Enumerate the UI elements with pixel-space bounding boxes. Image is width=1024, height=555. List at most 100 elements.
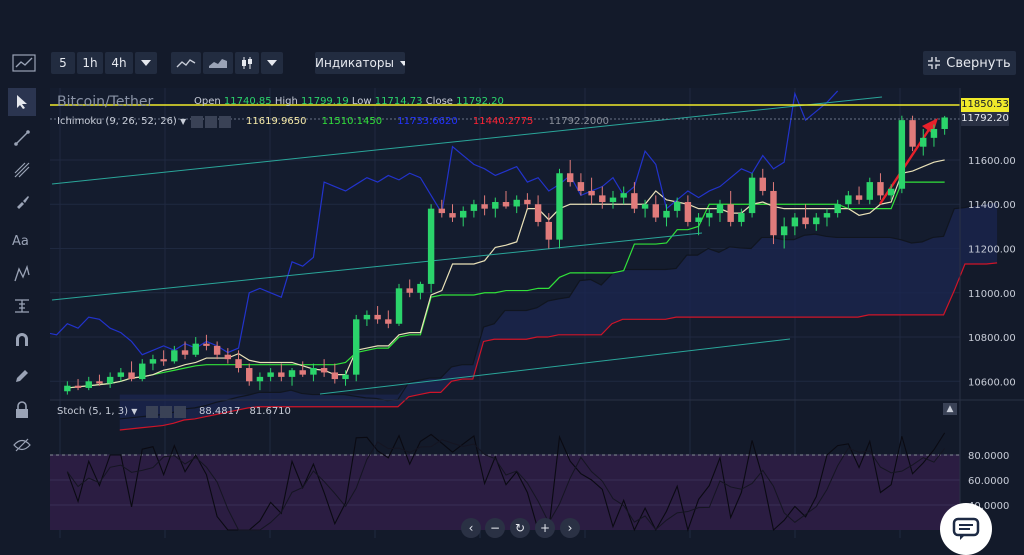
- timeframe-4h-button[interactable]: 4h: [105, 52, 133, 74]
- open-label: Open: [194, 96, 221, 107]
- high-label: High: [274, 96, 298, 107]
- close-icon[interactable]: [174, 406, 186, 418]
- price-tick-label: 11600.00: [968, 156, 1016, 167]
- chart-area[interactable]: 10600.00 10800.00 11000.00 11200.00 11400.00…: [0, 88, 1024, 545]
- price-chart[interactable]: 10600.00 10800.00 11000.00 11200.00 11400.00…: [0, 88, 1024, 545]
- candle-body: [363, 314, 371, 320]
- chevron-down-icon[interactable]: ▼: [180, 117, 186, 126]
- timeframe-dropdown-button[interactable]: [135, 52, 157, 74]
- scroll-left-button[interactable]: ‹: [461, 518, 481, 538]
- brush-icon: [17, 196, 29, 209]
- timeframe-5-button[interactable]: 5: [51, 52, 75, 74]
- candle-body: [877, 182, 884, 196]
- resistance-price-label: 11850.53: [961, 99, 1009, 110]
- settings-icon[interactable]: [160, 406, 172, 418]
- magnet-tool[interactable]: [8, 326, 36, 354]
- candle-body: [256, 376, 264, 382]
- stoch-d-value: 81.6710: [249, 406, 291, 417]
- collapse-button[interactable]: Свернуть: [923, 51, 1016, 75]
- pencil-icon: [16, 370, 28, 382]
- trendline-tool[interactable]: [8, 124, 36, 152]
- maximize-panel-icon[interactable]: ▲: [943, 403, 957, 415]
- indicators-button[interactable]: Индикаторы: [315, 52, 405, 74]
- line-chart-button[interactable]: [171, 52, 201, 74]
- pitchfork-icon: [14, 162, 30, 178]
- candle-body: [181, 350, 189, 355]
- area-chart-button[interactable]: [203, 52, 233, 74]
- candle-body: [106, 376, 114, 384]
- text-tool[interactable]: Aa: [8, 226, 36, 254]
- pattern-tool[interactable]: [8, 260, 36, 288]
- candle-body: [288, 370, 296, 377]
- chat-button[interactable]: [940, 503, 992, 555]
- candle-body: [834, 204, 841, 214]
- resistance-price-marker: 11850.53: [961, 98, 1009, 112]
- candle-body: [673, 202, 681, 211]
- hide-drawings-tool[interactable]: [8, 431, 36, 459]
- svg-text:Aa: Aa: [12, 234, 29, 247]
- trendline-icon: [14, 130, 30, 146]
- candle-body: [716, 204, 724, 214]
- candle-body: [599, 195, 606, 203]
- chart-type-dropdown-button[interactable]: [261, 52, 283, 74]
- stoch-k-value: 88.4817: [199, 406, 241, 417]
- settings-icon[interactable]: [205, 116, 217, 128]
- ichimoku-chikou-value: 11792.2000: [548, 116, 610, 127]
- timeframe-1h-label: 1h: [82, 56, 98, 70]
- lock-tool[interactable]: [8, 396, 36, 424]
- chevron-left-icon: ‹: [468, 521, 474, 535]
- eye-icon[interactable]: [191, 116, 203, 128]
- chevron-down-icon: [267, 60, 277, 66]
- candle-body: [534, 204, 542, 222]
- candle-body: [920, 137, 927, 147]
- candle-body: [203, 343, 210, 346]
- ichimoku-kijun-value: 11510.1450: [321, 116, 383, 127]
- candle-body: [845, 195, 852, 205]
- collapse-icon: [928, 57, 941, 69]
- zoom-out-button[interactable]: −: [485, 518, 505, 538]
- candle-body: [438, 208, 446, 214]
- ichimoku-controls: [191, 116, 231, 128]
- price-axis: 10600.00 10800.00 11000.00 11200.00 11400.00…: [959, 88, 1016, 545]
- candle-body: [417, 283, 424, 293]
- magnet-icon: [16, 333, 28, 346]
- candle-body: [620, 193, 627, 198]
- chevron-down-icon[interactable]: ▼: [131, 407, 137, 416]
- candle-chart-button[interactable]: [235, 52, 259, 74]
- candlestick-icon: [242, 57, 252, 69]
- measure-tool[interactable]: [8, 292, 36, 320]
- area-chart-icon: [209, 59, 227, 68]
- candle-body: [631, 193, 638, 209]
- candle-body: [139, 363, 146, 380]
- timeframe-5-label: 5: [59, 56, 67, 70]
- scroll-right-button[interactable]: ›: [560, 518, 580, 538]
- brush-tool[interactable]: [8, 188, 36, 216]
- candle-body: [213, 345, 221, 355]
- chart-type-icon[interactable]: [12, 53, 36, 73]
- candle-body: [342, 374, 349, 380]
- symbol-watermark: Bitcoin/Tether: [57, 94, 154, 110]
- cursor-tool[interactable]: [8, 88, 36, 116]
- close-label: Close: [425, 96, 453, 107]
- zoom-in-button[interactable]: +: [535, 518, 555, 538]
- candle-body: [556, 173, 563, 240]
- high-value: 11799.19: [300, 96, 349, 107]
- last-price-label: 11792.20: [961, 113, 1009, 124]
- pitchfork-tool[interactable]: [8, 156, 36, 184]
- candle-body: [502, 202, 510, 207]
- candle-body: [192, 343, 199, 355]
- reset-button[interactable]: ↻: [510, 518, 530, 538]
- candle-body: [566, 173, 574, 183]
- ichimoku-name: Ichimoku (9, 26, 52, 26): [57, 116, 177, 127]
- candle-body: [588, 190, 595, 196]
- timeframe-1h-button[interactable]: 1h: [77, 52, 103, 74]
- close-icon[interactable]: [219, 116, 231, 128]
- refresh-icon: ↻: [514, 521, 526, 535]
- candle-body: [449, 213, 456, 218]
- candle-body: [64, 385, 71, 392]
- candle-body: [513, 199, 520, 207]
- text-icon: Aa: [12, 234, 29, 247]
- eye-icon[interactable]: [146, 406, 158, 418]
- draw-mode-tool[interactable]: [8, 362, 36, 390]
- candle-body: [652, 204, 659, 218]
